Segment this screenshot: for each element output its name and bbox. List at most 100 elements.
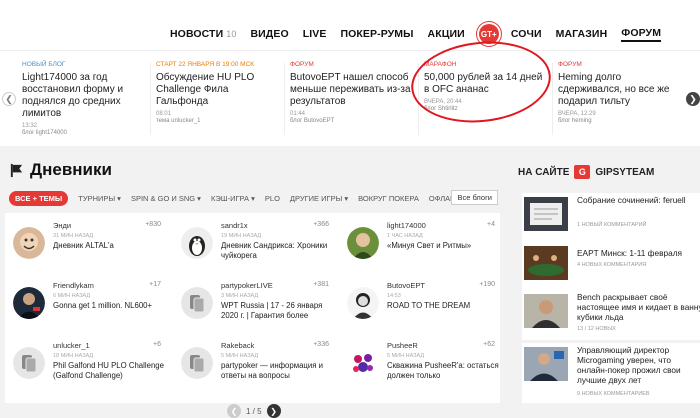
gt-plus-logo[interactable]: GT+ — [478, 24, 499, 44]
news-card[interactable]: СТАРТ 22 ЯНВАРЯ В 19:00 МСК Обсуждение H… — [150, 61, 282, 145]
avatar[interactable] — [347, 347, 379, 379]
news-author[interactable]: тема unlucker_1 — [156, 118, 282, 124]
article-comments[interactable]: 1 НОВЫЙ КОММЕНТАРИЙ — [577, 222, 647, 228]
filter-plo[interactable]: PLO — [265, 194, 280, 203]
sidebar-article[interactable]: EAPT Минск: 1-11 февраля 4 НОВЫХ КОММЕНТ… — [522, 242, 700, 292]
avatar[interactable] — [13, 227, 45, 259]
sidebar-article[interactable]: Bench раскрывает своё настоящее имя и ки… — [522, 290, 700, 340]
news-card[interactable]: МАРАФОН 50,000 рублей за 14 дней в OFC а… — [418, 61, 550, 145]
nav-forum[interactable]: ФОРУМ — [621, 27, 662, 42]
nav-live[interactable]: LIVE — [303, 28, 327, 40]
blog-entry[interactable]: unlucker_1 +6 18 МИН НАЗАД Phil Galfond … — [5, 341, 165, 401]
article-title[interactable]: Собрание сочинений: feruell — [577, 195, 700, 205]
avatar[interactable] — [13, 287, 45, 319]
news-card[interactable]: НОВЫЙ БЛОГ Light174000 за год восстанови… — [16, 61, 148, 145]
sidebar-article[interactable]: Управляющий директор Microgaming уверен,… — [522, 343, 700, 403]
next-page-icon[interactable]: ❯ — [266, 404, 281, 418]
nav-sochi[interactable]: СОЧИ — [511, 28, 542, 40]
author-name[interactable]: light174000 — [387, 221, 426, 230]
news-author[interactable]: блог heming — [558, 118, 684, 124]
article-thumbnail[interactable] — [524, 347, 568, 381]
news-title[interactable]: ButovoEPT нашел способ меньше переживать… — [290, 72, 416, 108]
author-name[interactable]: Friendlykam — [53, 281, 94, 290]
blog-entry[interactable]: partypokerLIVE +381 3 МИН НАЗАД WPT Russ… — [173, 281, 333, 341]
author-name[interactable]: Rakeback — [221, 341, 254, 350]
article-title[interactable]: Управляющий директор Microgaming уверен,… — [577, 345, 700, 385]
nav-promotions[interactable]: АКЦИИ — [428, 28, 465, 40]
news-author[interactable]: блог Shtirlitz — [424, 106, 550, 112]
entry-time: 14:53 — [387, 293, 401, 299]
entry-title[interactable]: partypoker — информация и ответы на вопр… — [221, 361, 333, 381]
filter-around-poker[interactable]: ВОКРУГ ПОКЕРА — [358, 194, 419, 203]
entry-title[interactable]: Дневник ALTAL'а — [53, 241, 165, 251]
prev-page-icon[interactable]: ❮ — [227, 404, 241, 418]
entry-title[interactable]: Дневник Сандрикса: Хроники чуйкорега — [221, 241, 333, 261]
filter-tournaments[interactable]: ТУРНИРЫ ▾ — [78, 194, 121, 203]
entry-title[interactable]: «Минуя Свет и Ритмы» — [387, 241, 499, 251]
nav-poker-rooms[interactable]: ПОКЕР-РУМЫ — [340, 28, 413, 40]
blog-entry[interactable]: Rakeback +336 5 МИН НАЗАД partypoker — и… — [173, 341, 333, 401]
carousel-prev-icon[interactable]: ❮ — [2, 92, 16, 106]
news-title[interactable]: Heming долго сдерживался, но все же пода… — [558, 72, 684, 108]
author-name[interactable]: Энди — [53, 221, 71, 230]
author-name[interactable]: unlucker_1 — [53, 341, 90, 350]
article-comments[interactable]: 9 НОВЫХ КОММЕНТАРИЕВ — [577, 391, 650, 397]
avatar[interactable] — [181, 287, 213, 319]
carousel-next-icon[interactable]: ❯ — [686, 92, 700, 106]
sidebar-brand[interactable]: GIPSYTEAM — [595, 167, 654, 178]
blog-entry[interactable]: ButovoEPT +190 14:53 ROAD TO THE DREAM — [339, 281, 499, 341]
news-category: ФОРУМ — [290, 61, 314, 68]
nav-video[interactable]: ВИДЕО — [250, 28, 288, 40]
article-thumbnail[interactable] — [524, 246, 568, 280]
author-name[interactable]: ButovoEPT — [387, 281, 425, 290]
news-title[interactable]: Light174000 за год восстановил форму и п… — [22, 72, 148, 120]
filter-all-topics[interactable]: ВСЕ + ТЕМЫ — [9, 190, 69, 206]
blog-entry[interactable]: sandr1x +366 19 МИН НАЗАД Дневник Сандри… — [173, 221, 333, 281]
entry-title[interactable]: Скважина PusheeR'а: остаться должен толь… — [387, 361, 499, 381]
nav-shop[interactable]: МАГАЗИН — [556, 28, 608, 40]
article-comments[interactable]: 4 НОВЫХ КОММЕНТАРИЯ — [577, 262, 646, 268]
filter-spin-go[interactable]: SPIN & GO И SNG ▾ — [131, 194, 201, 203]
blog-entry[interactable]: Энди +830 31 МИН НАЗАД Дневник ALTAL'а — [5, 221, 165, 281]
avatar[interactable] — [347, 227, 379, 259]
avatar[interactable] — [181, 227, 213, 259]
news-title[interactable]: 50,000 рублей за 14 дней в OFC ананас — [424, 72, 550, 96]
article-thumbnail[interactable] — [524, 197, 568, 231]
entry-title[interactable]: Phil Galfond HU PLO Challenge (Galfond C… — [53, 361, 165, 381]
divider — [418, 63, 419, 135]
entry-score: +336 — [313, 341, 329, 348]
top-navigation: НОВОСТИ 10 ВИДЕО LIVE ПОКЕР-РУМЫ АКЦИИ GT… — [0, 0, 700, 50]
article-title[interactable]: Bench раскрывает своё настоящее имя и ки… — [577, 292, 700, 322]
author-name[interactable]: partypokerLIVE — [221, 281, 273, 290]
blog-entry[interactable]: light174000 +4 1 ЧАС НАЗАД «Минуя Свет и… — [339, 221, 499, 281]
news-category: ФОРУМ — [558, 61, 582, 68]
news-card[interactable]: ФОРУМ Heming долго сдерживался, но все ж… — [552, 61, 684, 145]
avatar[interactable] — [181, 347, 213, 379]
article-comments[interactable]: 13 / 12 НОВЫХ — [577, 326, 616, 332]
author-name[interactable]: sandr1x — [221, 221, 248, 230]
news-author[interactable]: блог light174000 — [22, 130, 148, 136]
entry-title[interactable]: Gonna get 1 million. NL600+ — [53, 301, 165, 311]
blog-entry[interactable]: PusheeR +62 5 МИН НАЗАД Скважина PusheeR… — [339, 341, 499, 401]
news-author[interactable]: блог ButovoEPT — [290, 118, 416, 124]
news-card[interactable]: ФОРУМ ButovoEPT нашел способ меньше пере… — [284, 61, 416, 145]
avatar[interactable] — [13, 347, 45, 379]
avatar[interactable] — [347, 287, 379, 319]
blog-entry[interactable]: Friendlykam +17 6 МИН НАЗАД Gonna get 1 … — [5, 281, 165, 341]
entry-time: 6 МИН НАЗАД — [53, 293, 91, 299]
news-time: ВЧЕРА, 12:29 — [558, 111, 596, 117]
news-title[interactable]: Обсуждение HU PLO Challenge Фила Гальфон… — [156, 72, 282, 108]
entry-score: +4 — [487, 221, 495, 228]
entry-title[interactable]: ROAD TO THE DREAM — [387, 301, 499, 311]
news-time: 08:01 — [156, 111, 172, 117]
author-name[interactable]: PusheeR — [387, 341, 418, 350]
article-thumbnail[interactable] — [524, 294, 568, 328]
all-blogs-button[interactable]: Все блоги — [451, 190, 498, 205]
sidebar-article[interactable]: Собрание сочинений: feruell 1 НОВЫЙ КОММ… — [522, 193, 700, 243]
gipsyteam-logo-icon[interactable]: G — [574, 165, 591, 179]
filter-other-games[interactable]: ДРУГИЕ ИГРЫ ▾ — [290, 194, 348, 203]
entry-title[interactable]: WPT Russia | 17 - 26 января 2020 г. | Га… — [221, 301, 333, 321]
article-title[interactable]: EAPT Минск: 1-11 февраля — [577, 248, 700, 258]
filter-cash[interactable]: КЭШ-ИГРА ▾ — [211, 194, 255, 203]
nav-news[interactable]: НОВОСТИ 10 — [170, 28, 236, 40]
